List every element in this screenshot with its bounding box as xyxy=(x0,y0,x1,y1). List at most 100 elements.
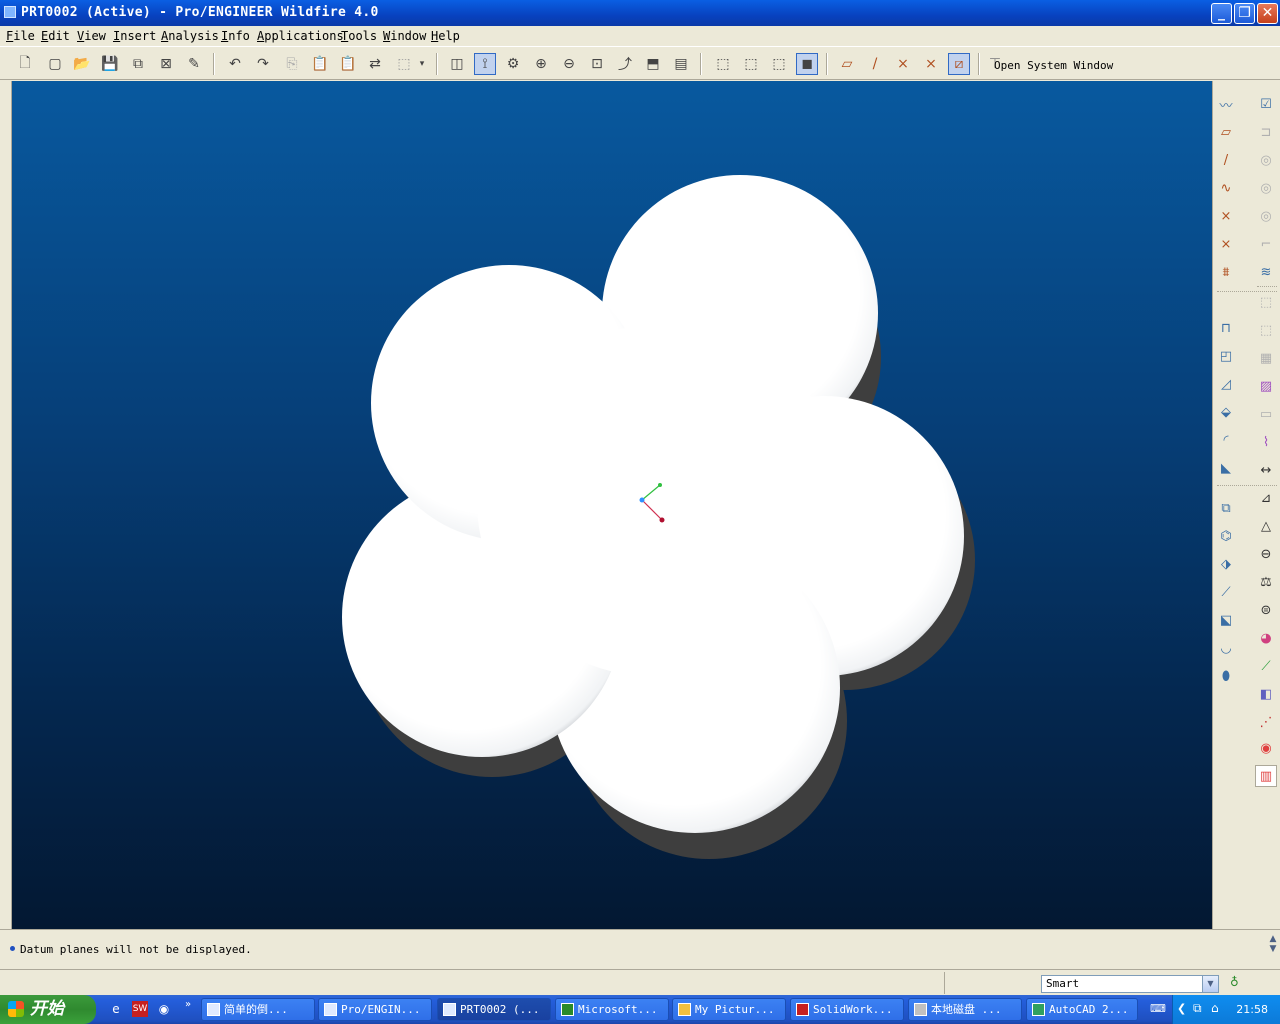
paste-icon[interactable]: 📋 xyxy=(309,53,331,75)
ie-quicklaunch-icon[interactable]: e xyxy=(108,1001,124,1017)
reorient-icon[interactable]: ⤴ xyxy=(614,53,636,75)
undo-icon[interactable]: ↶ xyxy=(224,53,246,75)
solidworks-quicklaunch-icon[interactable]: SW xyxy=(132,1001,148,1017)
clock[interactable]: 21:58 xyxy=(1236,1003,1268,1016)
new-icon[interactable]: 🗋 xyxy=(14,53,36,75)
warp-icon[interactable]: ⬚ xyxy=(1255,291,1277,313)
menu-info[interactable]: Info xyxy=(221,29,250,43)
copy-icon[interactable]: ⎘ xyxy=(281,53,303,75)
regen-status-icon[interactable]: ♁ xyxy=(1230,975,1240,993)
redo-icon[interactable]: ↷ xyxy=(252,53,274,75)
task-button[interactable]: Microsoft... xyxy=(555,998,669,1021)
zoom-out-icon[interactable]: ⊖ xyxy=(558,53,580,75)
fill-icon[interactable]: ▨ xyxy=(1255,375,1277,397)
task-button[interactable]: AutoCAD 2... xyxy=(1026,998,1138,1021)
close-button[interactable]: ✕ xyxy=(1257,3,1278,24)
no-hidden-icon[interactable]: ⬚ xyxy=(768,53,790,75)
measure-distance-icon[interactable]: ↔ xyxy=(1255,459,1277,481)
shading-icon[interactable]: ◼ xyxy=(796,53,818,75)
task-button[interactable]: My Pictur... xyxy=(672,998,786,1021)
select-box-icon[interactable]: ⬚ xyxy=(393,53,415,75)
regen-manager-icon[interactable]: ⇄ xyxy=(364,53,386,75)
minimize-button[interactable]: _ xyxy=(1211,3,1232,24)
paste-special-icon[interactable]: 📋 xyxy=(337,53,359,75)
spring-icon[interactable]: ⌇ xyxy=(1255,431,1277,453)
volume-icon[interactable]: ⌂ xyxy=(1211,1001,1219,1015)
menu-tools[interactable]: Tools xyxy=(341,29,377,43)
chamfer-icon[interactable]: ◣ xyxy=(1215,457,1237,479)
close-window-icon[interactable]: ⊠ xyxy=(155,53,177,75)
csys-icon[interactable]: ⨯ xyxy=(1215,233,1237,255)
tray-expand-icon[interactable]: ❮ xyxy=(1177,1002,1186,1015)
spin-center-icon[interactable]: ⟟ xyxy=(474,53,496,75)
menu-view[interactable]: View xyxy=(77,29,106,43)
refit-icon[interactable]: ⊡ xyxy=(586,53,608,75)
datum-curve-icon[interactable]: ∿ xyxy=(1215,177,1237,199)
task-button[interactable]: Pro/ENGIN... xyxy=(318,998,432,1021)
task-button-active[interactable]: PRT0002 (... xyxy=(437,998,551,1021)
datum-points-icon[interactable]: × xyxy=(892,53,914,75)
dihedral-icon[interactable]: ⟋ xyxy=(1255,655,1277,677)
datum-axis-icon[interactable]: / xyxy=(1215,149,1237,171)
saved-views-icon[interactable]: ⬒ xyxy=(642,53,664,75)
media-quicklaunch-icon[interactable]: ◉ xyxy=(156,1001,172,1017)
chevron-down-icon[interactable]: ▼ xyxy=(1202,976,1218,992)
task-button[interactable]: SolidWork... xyxy=(790,998,904,1021)
datum-display-icon[interactable]: ◫ xyxy=(446,53,468,75)
round-icon[interactable]: ◜ xyxy=(1215,429,1237,451)
shell-icon[interactable]: ◎ xyxy=(1255,149,1277,171)
annotations-icon[interactable]: ⧄ xyxy=(948,53,970,75)
sweep-icon[interactable]: ⌐ xyxy=(1255,233,1277,255)
menu-edit[interactable]: Edit xyxy=(41,29,70,43)
datum-plane-icon[interactable]: ▱ xyxy=(1215,121,1237,143)
curvature-icon[interactable]: ⊜ xyxy=(1255,599,1277,621)
chevron-down-icon[interactable]: ▾ xyxy=(416,53,428,75)
layers-icon[interactable]: ▤ xyxy=(670,53,692,75)
slope-icon[interactable]: ⋰ xyxy=(1255,711,1277,733)
appearance-icon[interactable]: ◉ xyxy=(1255,737,1277,759)
color-analysis-icon[interactable]: ◕ xyxy=(1255,627,1277,649)
measure-angle-icon[interactable]: ⊿ xyxy=(1255,487,1277,509)
measure-diameter-icon[interactable]: ⊖ xyxy=(1255,543,1277,565)
section-icon[interactable]: ◧ xyxy=(1255,683,1277,705)
menu-analysis[interactable]: Analysis xyxy=(161,29,219,43)
sketch-tool-icon[interactable]: 〰 xyxy=(1215,93,1237,115)
left-splitter[interactable] xyxy=(0,81,12,929)
save-icon[interactable]: 💾 xyxy=(99,53,121,75)
task-button[interactable]: 简单的倒... xyxy=(201,998,315,1021)
graphics-viewport[interactable] xyxy=(12,81,1212,929)
copy-feature-icon[interactable]: ⧉ xyxy=(1215,497,1237,519)
datum-planes-icon[interactable]: ▱ xyxy=(836,53,858,75)
measure-area-icon[interactable]: △ xyxy=(1255,515,1277,537)
model-tree-icon[interactable]: ☑ xyxy=(1255,93,1277,115)
mass-properties-icon[interactable]: ⚖ xyxy=(1255,571,1277,593)
coord-sys-icon[interactable]: ⨯ xyxy=(920,53,942,75)
grid-icon[interactable]: ▦ xyxy=(1255,347,1277,369)
menu-file[interactable]: File xyxy=(6,29,35,43)
mirror-icon[interactable]: ⌬ xyxy=(1215,525,1237,547)
extrude-icon[interactable]: ⊓ xyxy=(1215,317,1237,339)
quicklaunch-more-icon[interactable]: » xyxy=(180,997,196,1013)
boundary-blend-icon[interactable]: ⬚ xyxy=(1255,319,1277,341)
color-palette-icon[interactable]: ▥ xyxy=(1255,765,1277,787)
blend-icon[interactable]: ⬙ xyxy=(1215,401,1237,423)
menu-applications[interactable]: Applications xyxy=(257,29,344,43)
variable-sweep-icon[interactable]: ◿ xyxy=(1215,373,1237,395)
thicken-icon[interactable]: ⬮ xyxy=(1215,665,1237,687)
hole-icon[interactable]: ⊐ xyxy=(1255,121,1277,143)
zoom-in-icon[interactable]: ⊕ xyxy=(530,53,552,75)
style-icon[interactable]: ≋ xyxy=(1255,261,1277,283)
open-icon[interactable]: 📂 xyxy=(71,53,93,75)
wireframe-icon[interactable]: ⬚ xyxy=(712,53,734,75)
message-scrollbar[interactable]: ▲ ▼ xyxy=(1266,934,1280,966)
menu-window[interactable]: Window xyxy=(383,29,426,43)
open-system-window-button[interactable]: Open System Window xyxy=(994,59,1113,72)
offset-icon[interactable]: ◡ xyxy=(1215,637,1237,659)
regenerate-icon[interactable]: ✎ xyxy=(183,53,205,75)
keyboard-icon[interactable]: ⌨ xyxy=(1150,1002,1166,1016)
draft-icon[interactable]: ◎ xyxy=(1255,205,1277,227)
task-button[interactable]: 本地磁盘 ... xyxy=(908,998,1022,1021)
menu-insert[interactable]: Insert xyxy=(113,29,156,43)
new-file-icon[interactable]: ▢ xyxy=(44,53,66,75)
maximize-button[interactable]: ❐ xyxy=(1234,3,1255,24)
